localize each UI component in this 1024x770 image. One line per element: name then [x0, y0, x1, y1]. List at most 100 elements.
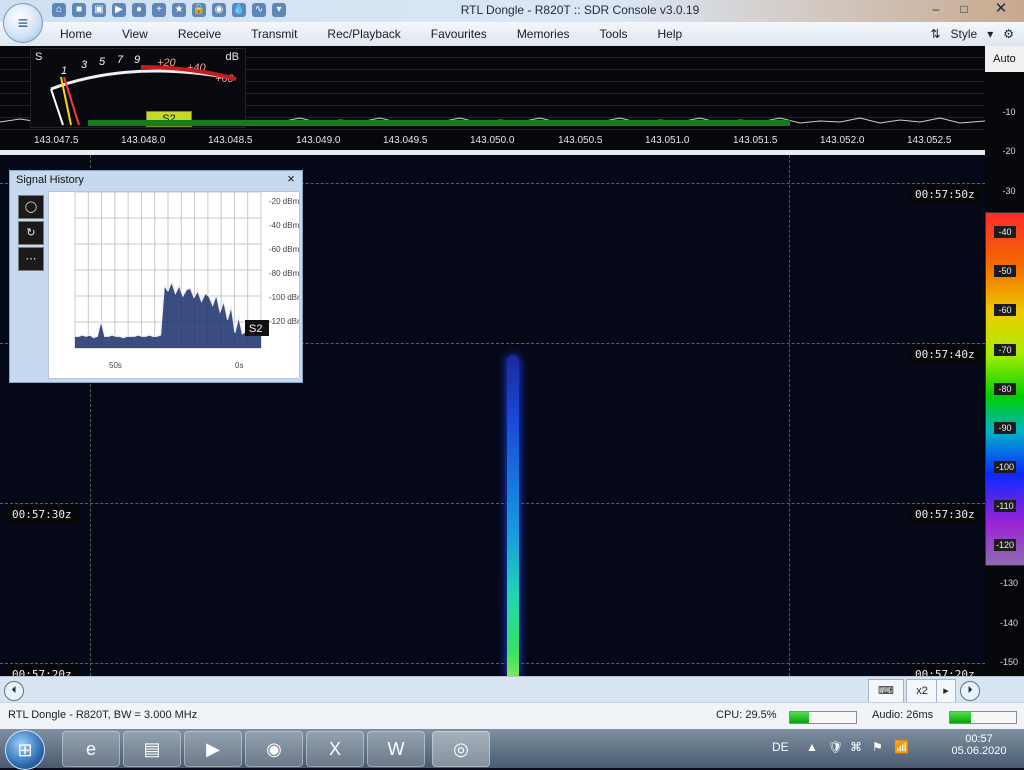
- signal-history-chart: -20 dBm -40 dBm -60 dBm -80 dBm -100 dBm -120…: [48, 182, 304, 379]
- color-scale-label: -110: [994, 500, 1016, 512]
- tray-expand-icon[interactable]: ▲: [806, 740, 818, 754]
- signal-history-point: [215, 294, 217, 296]
- signal-history-point: [174, 292, 177, 294]
- maximize-button[interactable]: □: [950, 0, 978, 18]
- zoom-label[interactable]: x2: [906, 679, 938, 703]
- signal-history-point: [145, 335, 147, 337]
- auto-scale-button[interactable]: Auto: [985, 46, 1024, 72]
- chrome-icon[interactable]: ◉: [245, 731, 303, 767]
- signal-history-y-label: -40 dBm: [269, 221, 299, 230]
- qat-dropdown-icon[interactable]: ▾: [272, 3, 286, 17]
- signal-history-reset-button[interactable]: ↻: [18, 221, 44, 245]
- rewind-button[interactable]: ⏴: [4, 681, 24, 701]
- sdr-console-icon[interactable]: ◎: [432, 731, 490, 767]
- start-button[interactable]: ⊞: [5, 730, 45, 770]
- antivirus-icon[interactable]: 🛡: [828, 740, 843, 754]
- audio-status: Audio: 26ms: [872, 709, 934, 721]
- close-button[interactable]: ✕: [978, 0, 1024, 18]
- menu-favourites[interactable]: Favourites: [431, 22, 487, 46]
- menu-view[interactable]: View: [122, 22, 148, 46]
- color-scale-label: -100: [994, 461, 1016, 473]
- style-dropdown-icon: ▾: [987, 27, 994, 41]
- clock[interactable]: 00:57 05.06.2020: [950, 733, 1008, 757]
- signal-history-title: Signal History: [16, 174, 84, 186]
- style-menu[interactable]: ⇅ Style ▾ ⚙: [930, 22, 1014, 46]
- signal-history-record-button[interactable]: ◯: [18, 195, 44, 219]
- menu-tools[interactable]: Tools: [600, 22, 628, 46]
- word-icon[interactable]: W: [367, 731, 425, 767]
- excel-icon[interactable]: X: [306, 731, 364, 767]
- signal-history-more-button[interactable]: ⋯: [18, 247, 44, 271]
- color-scale-label: -70: [994, 344, 1016, 356]
- keyboard-button[interactable]: ⌨: [868, 679, 904, 703]
- signal-history-point: [85, 335, 87, 337]
- menu-transmit[interactable]: Transmit: [251, 22, 297, 46]
- menu-home[interactable]: Home: [60, 22, 92, 46]
- signal-history-point: [78, 335, 80, 337]
- app-orb-icon: ≡: [17, 12, 29, 33]
- status-bar: RTL Dongle - R820T, BW = 3.000 MHz CPU: …: [0, 702, 1024, 730]
- home-icon[interactable]: ⌂: [52, 3, 66, 17]
- timestamp-right: 00:57:40z: [909, 346, 981, 363]
- signal-history-point: [197, 290, 199, 292]
- signal-history-point: [100, 320, 102, 322]
- folder-icon[interactable]: ▣: [92, 3, 106, 17]
- ribbon-menu: Home View Receive Transmit Rec/Playback …: [0, 22, 1024, 47]
- menu-bar: Home View Receive Transmit Rec/Playback …: [60, 22, 682, 46]
- signal-history-point: [148, 334, 150, 336]
- signal-history-header[interactable]: Signal History ×: [10, 171, 302, 189]
- media-player-icon[interactable]: ▶: [184, 731, 242, 767]
- frequency-ruler[interactable]: 143.047.5 143.048.0 143.048.5 143.049.0 …: [0, 132, 985, 151]
- signal-history-x-bottom-label: 50s: [109, 361, 122, 370]
- file-explorer-icon[interactable]: ▤: [123, 731, 181, 767]
- color-scale-label: -40: [994, 226, 1016, 238]
- signal-history-point: [178, 285, 180, 287]
- signal-history-point: [204, 292, 206, 294]
- menu-rec-playback[interactable]: Rec/Playback: [327, 22, 400, 46]
- signal-history-y-label: -20 dBm: [269, 197, 299, 206]
- signal-history-point: [81, 334, 84, 336]
- settings-gear-icon[interactable]: ⚙: [1003, 27, 1014, 41]
- freq-label: 143.047.5: [34, 135, 79, 146]
- signal-history-point: [133, 335, 136, 337]
- style-label: Style: [950, 27, 978, 41]
- spectrum-display[interactable]: S dB 1 3 5 7 9 +20 +40 +60 S2: [0, 46, 985, 132]
- timestamp-right: 00:57:20z: [909, 666, 981, 676]
- signal-history-point: [152, 335, 154, 337]
- favourite-icon[interactable]: ★: [172, 3, 186, 17]
- wave-icon[interactable]: ∿: [252, 3, 266, 17]
- camera-icon[interactable]: ◉: [212, 3, 226, 17]
- zoom-arrow-button[interactable]: ▸: [936, 679, 956, 703]
- network-icon[interactable]: 📶: [894, 740, 909, 754]
- color-scale-bar: -40 -50 -60 -70 -80 -90 -100 -110 -120: [985, 212, 1024, 566]
- freq-label: 143.048.5: [208, 135, 253, 146]
- signal-history-point: [74, 335, 76, 337]
- level-tick: -150: [999, 657, 1018, 667]
- stop-icon[interactable]: ■: [72, 3, 86, 17]
- language-indicator[interactable]: DE: [772, 740, 789, 754]
- menu-help[interactable]: Help: [658, 22, 683, 46]
- drop-icon[interactable]: 💧: [232, 3, 246, 17]
- signal-history-point: [226, 318, 229, 320]
- play-icon[interactable]: ▶: [112, 3, 126, 17]
- title-bar: ≡ ⌂ ■ ▣ ▶ ● + ★ 🔒 ◉ 💧 ∿ ▾ RTL Dongle - R…: [0, 0, 1024, 43]
- app-menu-button[interactable]: ≡: [3, 3, 43, 43]
- record-icon[interactable]: ●: [132, 3, 146, 17]
- level-tick: -20: [1002, 146, 1016, 156]
- forward-button[interactable]: ⏵: [960, 681, 980, 701]
- signal-history-y-label: -100 dBm: [269, 293, 299, 302]
- close-icon[interactable]: ×: [284, 172, 298, 186]
- minimize-button[interactable]: –: [922, 0, 950, 18]
- timestamp-right: 00:57:30z: [909, 506, 981, 523]
- timestamp-left: 00:57:20z: [6, 666, 78, 676]
- internet-explorer-icon[interactable]: e: [62, 731, 120, 767]
- quick-access-toolbar: ⌂ ■ ▣ ▶ ● + ★ 🔒 ◉ 💧 ∿ ▾: [52, 3, 286, 19]
- menu-memories[interactable]: Memories: [517, 22, 570, 46]
- color-scale-label: -90: [994, 422, 1016, 434]
- device-icon[interactable]: ⌘: [850, 740, 862, 754]
- lock-icon[interactable]: 🔒: [192, 3, 206, 17]
- add-icon[interactable]: +: [152, 3, 166, 17]
- flag-icon[interactable]: ⚑: [872, 740, 883, 754]
- color-scale-label: -50: [994, 265, 1016, 277]
- menu-receive[interactable]: Receive: [178, 22, 221, 46]
